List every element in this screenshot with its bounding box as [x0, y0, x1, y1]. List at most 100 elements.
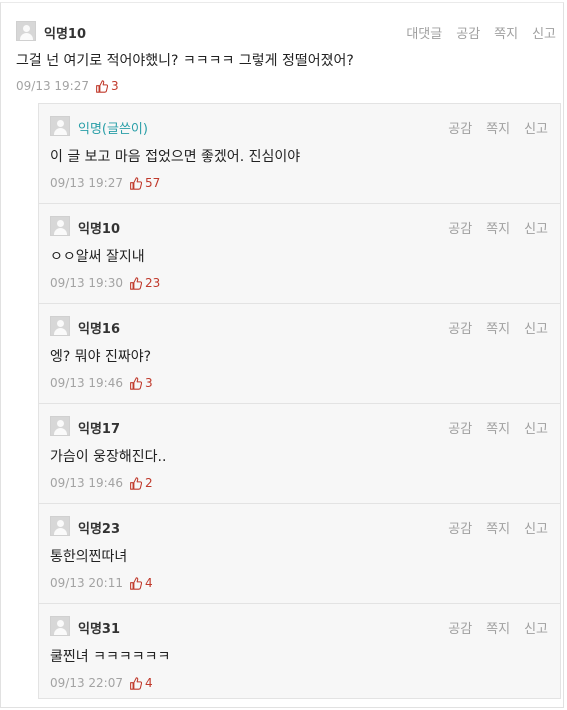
default-avatar-icon [50, 216, 70, 236]
reply-item: 익명31 공감 쪽지 신고 쿨찐녀 ㅋㅋㅋㅋㅋㅋ 09/13 22:07 4 [39, 604, 560, 704]
like-count-value: 2 [144, 476, 153, 490]
thumbs-up-icon [130, 576, 142, 590]
comment-actions: 대댓글 공감 쪽지 신고 [392, 23, 556, 42]
default-avatar-icon [50, 316, 70, 336]
reply-header: 익명16 공감 쪽지 신고 [50, 316, 548, 338]
reply-item: 익명16 공감 쪽지 신고 엥? 뭐야 진짜야? 09/13 19:46 3 [39, 304, 560, 404]
report-button[interactable]: 신고 [532, 23, 556, 42]
like-count[interactable]: 4 [129, 575, 153, 591]
default-avatar-icon [16, 21, 36, 41]
like-count[interactable]: 57 [129, 175, 160, 191]
reply-time: 09/13 19:27 [50, 176, 123, 190]
like-count[interactable]: 2 [129, 475, 153, 491]
comment-text: 그걸 넌 여기로 적어야했니? ㅋㅋㅋㅋ 그렇게 정떨어졌어? [16, 53, 354, 69]
reply-actions: 공감 쪽지 신고 [434, 518, 548, 537]
like-count-value: 3 [144, 376, 153, 390]
report-button[interactable]: 신고 [524, 518, 548, 537]
report-button[interactable]: 신고 [524, 618, 548, 637]
like-button[interactable]: 공감 [448, 518, 472, 537]
reply-header: 익명10 공감 쪽지 신고 [50, 216, 548, 238]
thumbs-up-icon [130, 476, 142, 490]
comment-time: 09/13 19:27 [16, 79, 89, 93]
default-avatar-icon [50, 516, 70, 536]
reply-text: 가슴이 웅장해진다.. [50, 449, 167, 465]
like-button[interactable]: 공감 [448, 418, 472, 437]
reply-text: ㅇㅇ알써 잘지내 [50, 249, 145, 265]
message-button[interactable]: 쪽지 [486, 518, 510, 537]
report-button[interactable]: 신고 [524, 118, 548, 137]
reply-actions: 공감 쪽지 신고 [434, 418, 548, 437]
reply-header: 익명31 공감 쪽지 신고 [50, 616, 548, 638]
reply-actions: 공감 쪽지 신고 [434, 618, 548, 637]
reply-nickname: 익명31 [78, 622, 121, 637]
reply-header: 익명23 공감 쪽지 신고 [50, 516, 548, 538]
like-count-value: 4 [144, 676, 153, 690]
comment-nickname: 익명10 [44, 27, 87, 42]
thumbs-up-icon [96, 79, 108, 93]
reply-header: 익명(글쓴이) 공감 쪽지 신고 [50, 116, 548, 138]
message-button[interactable]: 쪽지 [494, 23, 518, 42]
thumbs-up-icon [130, 376, 142, 390]
reply-meta: 09/13 22:07 4 [50, 675, 548, 691]
like-button[interactable]: 공감 [448, 618, 472, 637]
like-count[interactable]: 3 [129, 375, 153, 391]
reply-item: 익명17 공감 쪽지 신고 가슴이 웅장해진다.. 09/13 19:46 2 [39, 404, 560, 504]
reply-time: 09/13 19:30 [50, 276, 123, 290]
like-button[interactable]: 공감 [448, 218, 472, 237]
message-button[interactable]: 쪽지 [486, 618, 510, 637]
reply-text: 통한의찐따녀 [50, 549, 128, 565]
like-count-value: 4 [144, 576, 153, 590]
reply-nickname: 익명17 [78, 422, 121, 437]
reply-time: 09/13 19:46 [50, 376, 123, 390]
reply-actions: 공감 쪽지 신고 [434, 318, 548, 337]
reply-button[interactable]: 대댓글 [406, 23, 442, 42]
reply-meta: 09/13 19:30 23 [50, 275, 548, 291]
like-count[interactable]: 23 [129, 275, 160, 291]
reply-time: 09/13 20:11 [50, 576, 123, 590]
reply-meta: 09/13 19:46 3 [50, 375, 548, 391]
reply-text: 이 글 보고 마음 접었으면 좋겠어. 진심이야 [50, 149, 301, 165]
reply-actions: 공감 쪽지 신고 [434, 218, 548, 237]
reply-nickname: 익명(글쓴이) [78, 122, 148, 137]
reply-item: 익명(글쓴이) 공감 쪽지 신고 이 글 보고 마음 접었으면 좋겠어. 진심이… [39, 104, 560, 204]
comment-thread: 익명10 대댓글 공감 쪽지 신고 그걸 넌 여기로 적어야했니? ㅋㅋㅋㅋ 그… [0, 2, 564, 708]
like-count-value: 57 [144, 176, 161, 190]
reply-nickname: 익명10 [78, 222, 121, 237]
default-avatar-icon [50, 616, 70, 636]
message-button[interactable]: 쪽지 [486, 318, 510, 337]
like-button[interactable]: 공감 [456, 23, 480, 42]
reply-item: 익명23 공감 쪽지 신고 통한의찐따녀 09/13 20:11 4 [39, 504, 560, 604]
reply-meta: 09/13 19:46 2 [50, 475, 548, 491]
like-count[interactable]: 4 [129, 675, 153, 691]
thumbs-up-icon [130, 676, 142, 690]
like-button[interactable]: 공감 [448, 318, 472, 337]
reply-header: 익명17 공감 쪽지 신고 [50, 416, 548, 438]
comment-header: 익명10 대댓글 공감 쪽지 신고 [16, 21, 556, 43]
comment-meta: 09/13 19:27 3 [16, 78, 556, 94]
reply-list: 익명(글쓴이) 공감 쪽지 신고 이 글 보고 마음 접었으면 좋겠어. 진심이… [38, 103, 561, 699]
reply-meta: 09/13 20:11 4 [50, 575, 548, 591]
parent-comment: 익명10 대댓글 공감 쪽지 신고 그걸 넌 여기로 적어야했니? ㅋㅋㅋㅋ 그… [16, 21, 556, 94]
reply-actions: 공감 쪽지 신고 [434, 118, 548, 137]
report-button[interactable]: 신고 [524, 318, 548, 337]
like-count-value: 23 [144, 276, 161, 290]
reply-time: 09/13 22:07 [50, 676, 123, 690]
message-button[interactable]: 쪽지 [486, 218, 510, 237]
reply-nickname: 익명23 [78, 522, 121, 537]
reply-meta: 09/13 19:27 57 [50, 175, 548, 191]
report-button[interactable]: 신고 [524, 218, 548, 237]
report-button[interactable]: 신고 [524, 418, 548, 437]
reply-text: 쿨찐녀 ㅋㅋㅋㅋㅋㅋ [50, 649, 171, 665]
reply-time: 09/13 19:46 [50, 476, 123, 490]
like-button[interactable]: 공감 [448, 118, 472, 137]
default-avatar-icon [50, 116, 70, 136]
like-count-value: 3 [110, 79, 119, 93]
reply-nickname: 익명16 [78, 322, 121, 337]
message-button[interactable]: 쪽지 [486, 418, 510, 437]
like-count[interactable]: 3 [95, 78, 119, 94]
thumbs-up-icon [130, 176, 142, 190]
reply-item: 익명10 공감 쪽지 신고 ㅇㅇ알써 잘지내 09/13 19:30 23 [39, 204, 560, 304]
reply-text: 엥? 뭐야 진짜야? [50, 349, 152, 365]
message-button[interactable]: 쪽지 [486, 118, 510, 137]
thumbs-up-icon [130, 276, 142, 290]
